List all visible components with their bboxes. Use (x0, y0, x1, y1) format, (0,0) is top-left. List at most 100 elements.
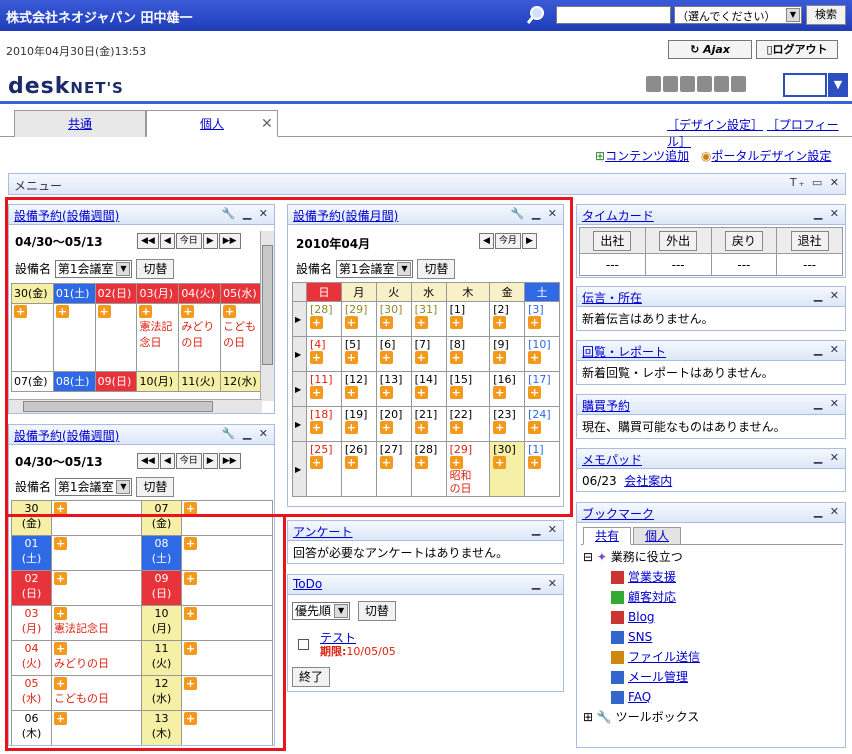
add-icon[interactable]: + (449, 456, 463, 469)
portlet-controls[interactable]: ▁ ✕ (814, 451, 841, 464)
add-icon[interactable]: + (14, 305, 27, 318)
calendar-day[interactable]: [29] + (340, 301, 377, 337)
add-icon[interactable]: + (449, 421, 463, 434)
day-cell[interactable]: + (51, 570, 142, 606)
add-icon[interactable]: + (493, 386, 507, 399)
bookmark-item[interactable]: 顧客対応 (583, 587, 843, 607)
day-cell[interactable]: + みどりの日 (51, 640, 142, 676)
calendar-day[interactable]: [11] + (306, 371, 342, 407)
portlet-controls[interactable]: 🔧 ▁ ✕ (222, 427, 270, 440)
day-cell[interactable]: + (181, 710, 273, 745)
view-mode-icon[interactable] (783, 73, 827, 97)
add-icon[interactable]: + (493, 351, 507, 364)
timecard-button[interactable]: 出社 (593, 230, 632, 251)
day-header[interactable]: 11(火) (178, 371, 222, 392)
note-icon[interactable] (680, 76, 695, 92)
add-icon[interactable]: + (344, 456, 358, 469)
add-icon[interactable]: + (184, 572, 197, 585)
day-header[interactable]: 03(月) (136, 283, 180, 304)
add-icon[interactable]: + (379, 421, 393, 434)
add-icon[interactable]: + (54, 537, 67, 550)
people-icon[interactable] (697, 76, 712, 92)
calendar-day[interactable]: [5] + (340, 336, 377, 372)
day-header[interactable]: 09(日) (94, 371, 138, 392)
todo-switch-button[interactable]: 切替 (357, 601, 396, 621)
add-icon[interactable]: + (184, 642, 197, 655)
calendar-day[interactable]: [2] + (489, 301, 526, 337)
calendar-day[interactable]: [19] + (340, 406, 377, 442)
calendar-day[interactable]: [6] + (375, 336, 412, 372)
search-input[interactable] (556, 6, 671, 24)
bookmark-item[interactable]: SNS (583, 627, 843, 647)
add-icon[interactable]: + (528, 421, 542, 434)
calendar-day[interactable]: [1] + (524, 441, 560, 497)
portlet-controls[interactable]: ▁ ✕ (532, 577, 559, 590)
bookmark-link[interactable]: SNS (628, 630, 652, 644)
day-cell[interactable]: + (94, 303, 138, 372)
facility-select[interactable]: 第1会議室 ▼ (54, 260, 133, 278)
add-icon[interactable]: + (54, 572, 67, 585)
calendar-day[interactable]: [4] + (306, 336, 342, 372)
horizontal-scrollbar[interactable] (9, 399, 262, 413)
portlet-controls[interactable]: T₊ ▭ ✕ (790, 176, 841, 189)
day-cell[interactable]: + 憲法記念日 (51, 605, 142, 641)
next-button[interactable]: ▶ (202, 233, 218, 249)
calendar-day[interactable]: [16] + (489, 371, 526, 407)
calendar-day[interactable]: [29] + 昭和の日 (445, 441, 491, 497)
add-icon[interactable]: + (54, 642, 67, 655)
prev-button[interactable]: ◀ (159, 233, 175, 249)
add-icon[interactable]: + (54, 502, 67, 515)
day-cell[interactable]: + こどもの日 (51, 675, 142, 711)
calendar-day[interactable]: [28] + (410, 441, 447, 497)
add-icon[interactable]: + (449, 386, 463, 399)
add-icon[interactable]: + (54, 712, 67, 725)
add-icon[interactable]: + (528, 316, 542, 329)
add-content-link[interactable]: コンテンツ追加 (605, 149, 689, 163)
add-icon[interactable]: + (55, 305, 69, 318)
vertical-scrollbar[interactable] (260, 231, 274, 401)
this-month-button[interactable]: 今月 (494, 233, 521, 249)
timecard-button[interactable]: 外出 (659, 230, 698, 251)
prev-button[interactable]: ◀ (159, 453, 175, 469)
add-icon[interactable]: + (414, 421, 428, 434)
calendar-day[interactable]: [1] + (445, 301, 491, 337)
add-icon[interactable]: + (184, 537, 197, 550)
next-next-button[interactable]: ▶▶ (218, 233, 241, 249)
calendar-day[interactable]: [10] + (524, 336, 560, 372)
add-icon[interactable]: + (379, 386, 393, 399)
add-icon[interactable]: + (449, 316, 463, 329)
prev-month-button[interactable]: ◀ (479, 233, 494, 249)
add-icon[interactable]: + (310, 386, 323, 399)
bookmark-tab-shared[interactable]: 共有 (583, 527, 631, 545)
add-icon[interactable]: + (310, 456, 323, 469)
add-icon[interactable]: + (414, 316, 428, 329)
day-cell[interactable]: + (181, 535, 273, 571)
calendar-day[interactable]: [7] + (410, 336, 447, 372)
calendar-day[interactable]: [12] + (340, 371, 377, 407)
portlet-title[interactable]: 回覧・レポート (582, 345, 666, 359)
day-cell[interactable]: + (52, 303, 96, 372)
calendar-day[interactable]: [15] + (445, 371, 491, 407)
portlet-title[interactable]: アンケート (293, 525, 353, 539)
add-icon[interactable]: + (97, 305, 111, 318)
day-header[interactable]: 02(日) (94, 283, 138, 304)
add-icon[interactable]: + (139, 305, 153, 318)
week-select-icon[interactable]: ▶ (292, 336, 307, 372)
portlet-controls[interactable]: ▁ ✕ (532, 523, 559, 536)
day-cell[interactable]: + (51, 710, 142, 745)
calendar-day[interactable]: [22] + (445, 406, 491, 442)
menu-title[interactable]: メニュー (14, 179, 62, 193)
bookmark-item[interactable]: ファイル送信 (583, 647, 843, 667)
day-header[interactable]: 07(金) (11, 371, 54, 392)
add-icon[interactable]: + (184, 712, 197, 725)
next-button[interactable]: ▶ (202, 453, 218, 469)
portlet-title[interactable]: 設備予約(設備週間) (14, 209, 119, 223)
week-select-icon[interactable]: ▶ (292, 406, 307, 442)
portlet-controls[interactable]: ▁ ✕ (814, 505, 841, 518)
day-cell[interactable]: + (181, 605, 273, 641)
add-icon[interactable]: + (379, 351, 393, 364)
add-icon[interactable]: + (528, 351, 542, 364)
day-cell[interactable]: + こどもの日 (220, 303, 263, 372)
list-icon[interactable] (714, 76, 729, 92)
add-icon[interactable]: + (493, 421, 507, 434)
